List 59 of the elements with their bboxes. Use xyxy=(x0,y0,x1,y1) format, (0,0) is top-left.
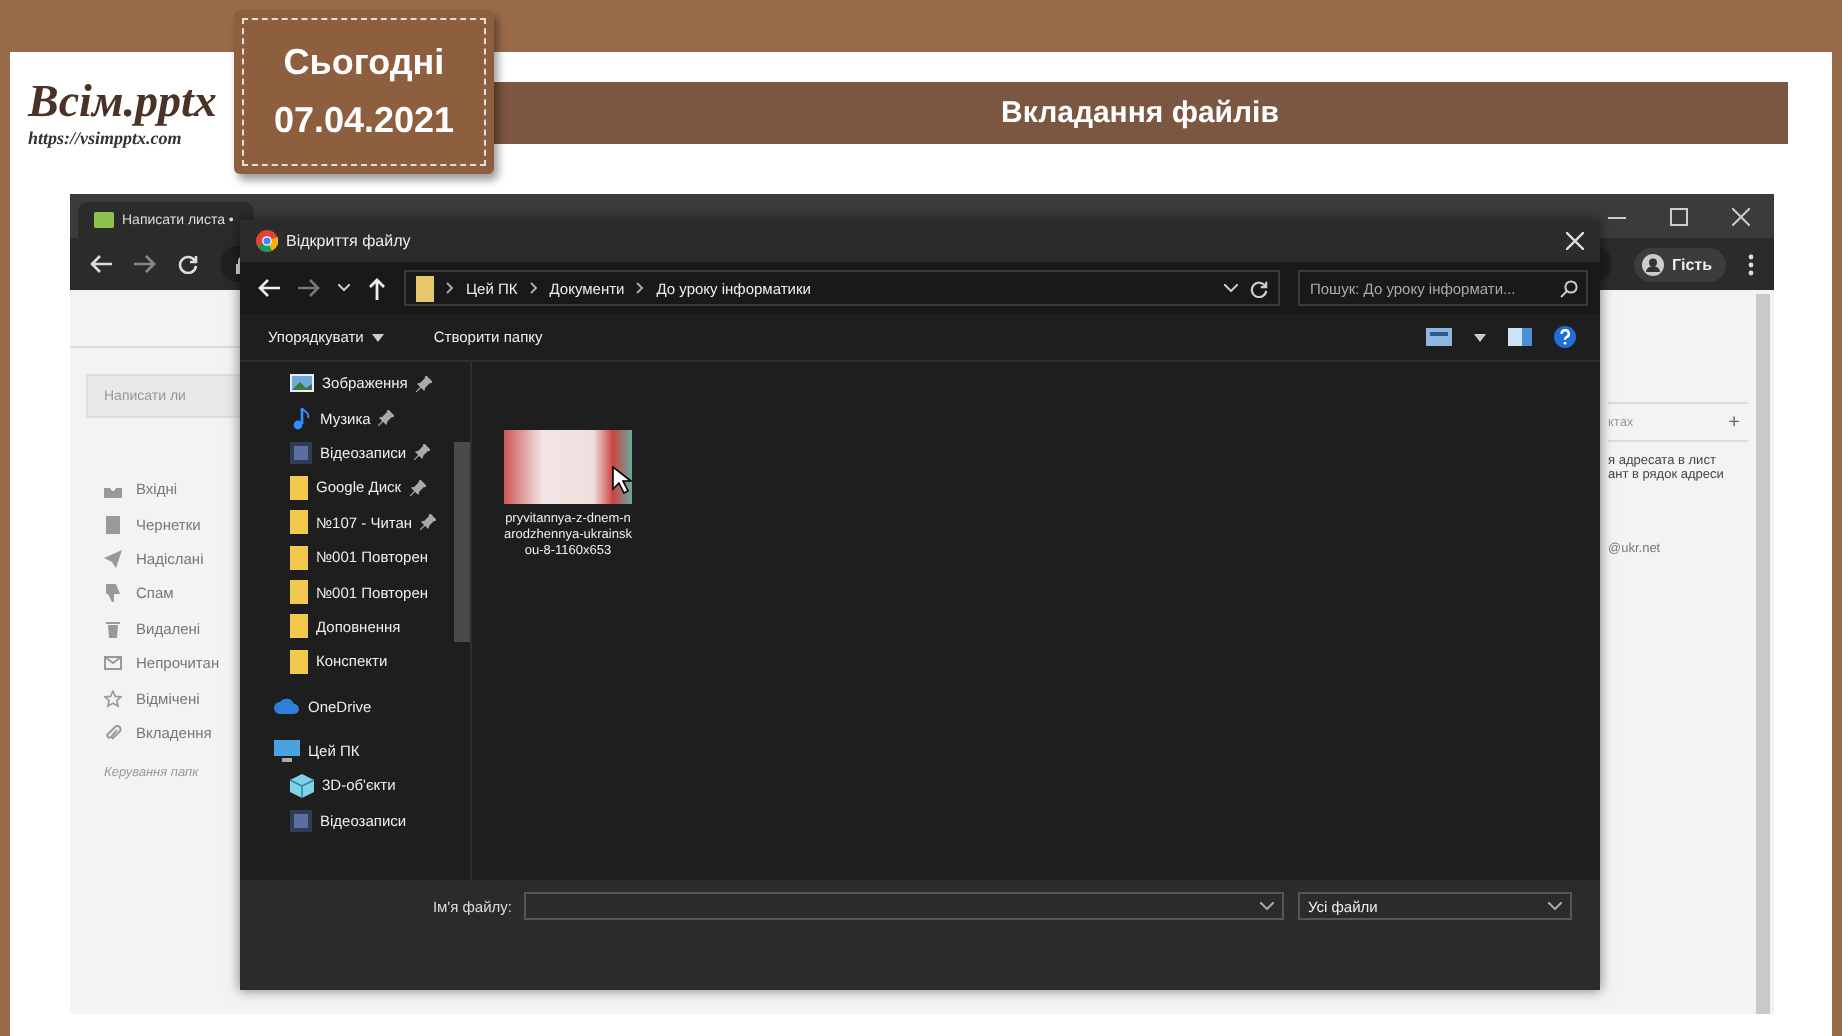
browser-logo-icon xyxy=(256,230,278,252)
thumbs-down-icon xyxy=(104,584,122,603)
chevron-down-icon[interactable] xyxy=(1224,284,1238,292)
today-label: Сьогодні xyxy=(283,42,445,84)
paper-plane-icon xyxy=(104,549,122,568)
document-icon xyxy=(104,515,122,534)
menu-icon[interactable] xyxy=(1748,253,1754,275)
paperclip-icon xyxy=(104,723,122,742)
chevron-right-icon xyxy=(529,282,538,294)
logo-url: https://vsimpptx.com xyxy=(28,128,182,148)
preview-pane-icon[interactable] xyxy=(1508,328,1532,346)
back-icon[interactable] xyxy=(90,254,112,274)
cube-icon xyxy=(290,773,314,798)
up-arrow-icon[interactable] xyxy=(368,277,386,299)
forward-icon[interactable] xyxy=(298,278,320,298)
slide-title: Вкладання файлів xyxy=(492,82,1788,144)
maximize-icon[interactable] xyxy=(1670,207,1688,225)
refresh-icon[interactable] xyxy=(1250,279,1268,297)
folder-icon xyxy=(290,545,308,570)
dialog-title: Відкриття файлу xyxy=(286,232,411,250)
photo-placeholder xyxy=(504,430,632,504)
avatar-icon xyxy=(1641,253,1664,275)
caret-icon[interactable] xyxy=(1474,333,1486,341)
add-button[interactable]: + xyxy=(1728,411,1740,433)
close-icon[interactable] xyxy=(1566,232,1584,250)
folder-icon xyxy=(290,580,308,605)
chevron-down-icon xyxy=(1260,902,1274,910)
view-icon[interactable] xyxy=(1426,328,1452,346)
caret-icon xyxy=(371,333,384,341)
chevron-down-icon[interactable] xyxy=(338,284,350,292)
folder-icon xyxy=(290,614,308,639)
star-icon xyxy=(104,689,122,708)
forward-icon[interactable] xyxy=(134,254,156,274)
chevron-down-icon xyxy=(1548,902,1562,910)
scrollbar[interactable] xyxy=(1756,294,1770,1014)
date-text: 07.04.2021 xyxy=(273,100,455,142)
folder-icon xyxy=(290,510,308,535)
scrollbar[interactable] xyxy=(454,442,470,642)
filename-field[interactable] xyxy=(524,892,1284,920)
film-icon xyxy=(290,809,312,832)
search-icon xyxy=(1560,279,1578,297)
cloud-icon xyxy=(274,698,300,715)
film-icon xyxy=(290,441,312,464)
chevron-right-icon xyxy=(446,282,454,294)
music-note-icon xyxy=(290,407,312,430)
computer-icon xyxy=(274,740,300,763)
back-icon[interactable] xyxy=(258,278,280,298)
trash-icon xyxy=(104,619,122,638)
mouse-pointer-icon xyxy=(612,466,634,494)
reload-icon[interactable] xyxy=(178,254,198,274)
picture-icon xyxy=(290,374,314,393)
folder-icon xyxy=(416,275,434,301)
logo-text: Всім.pptx xyxy=(28,76,217,128)
help-icon[interactable] xyxy=(1554,326,1576,348)
folder-icon xyxy=(290,649,308,674)
folder-icon xyxy=(290,475,308,500)
profile-button[interactable]: Гість xyxy=(1633,247,1726,281)
chevron-right-icon xyxy=(636,282,645,294)
close-icon[interactable] xyxy=(1732,207,1750,225)
